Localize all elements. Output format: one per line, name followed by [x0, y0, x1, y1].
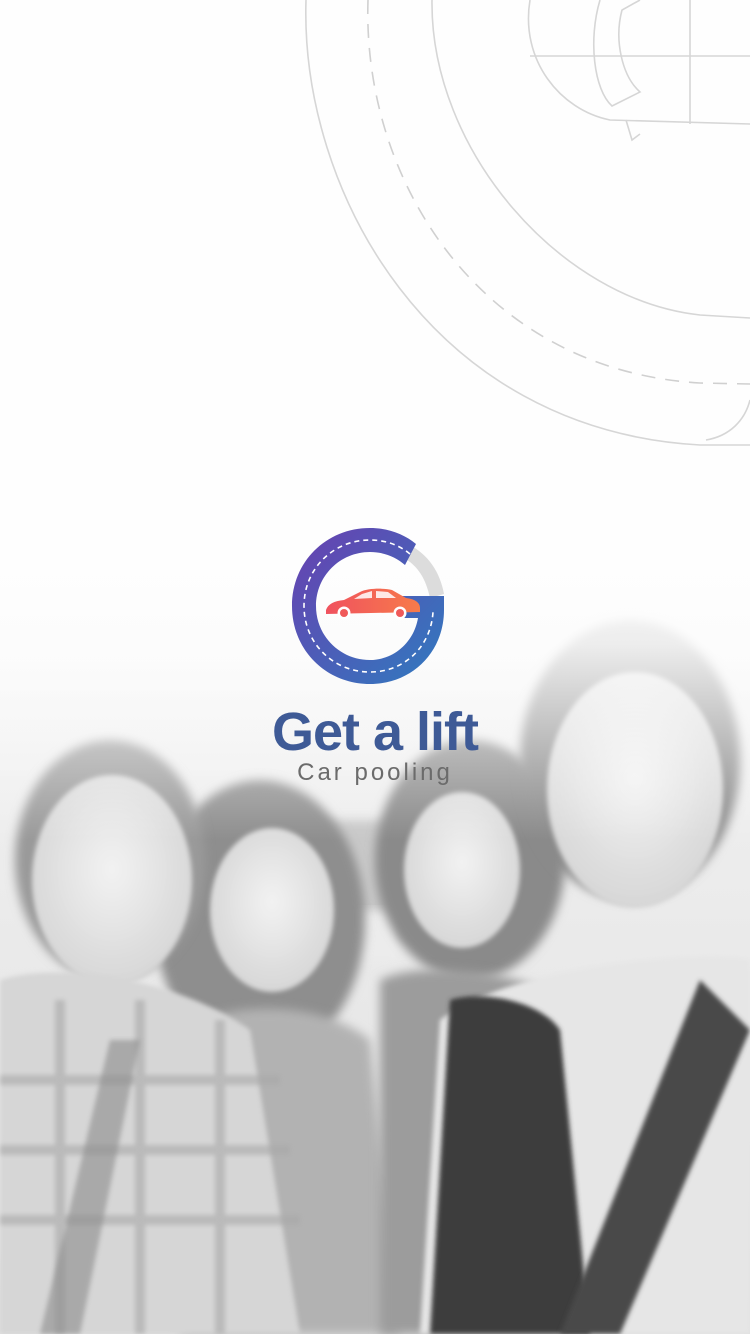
app-subtitle: Car pooling [297, 759, 453, 786]
g-road-car-logo-icon [292, 528, 444, 684]
splash-screen: Get a lift Car pooling [0, 0, 750, 1334]
car-icon [326, 588, 420, 620]
app-title: Get a lift [271, 702, 479, 762]
road-line-art [305, 0, 750, 446]
